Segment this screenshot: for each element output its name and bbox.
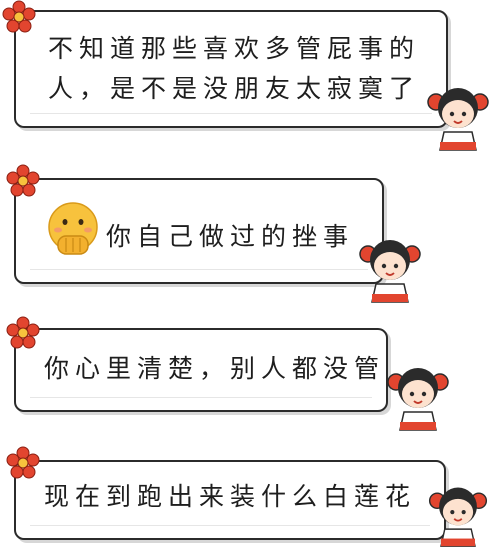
card-underline (30, 113, 432, 114)
red-flower-icon (2, 0, 36, 33)
message-card-1 (14, 10, 448, 128)
card-underline (30, 269, 368, 270)
message-4-line-1: 现在到跑出来装什么白莲花 (44, 482, 417, 511)
cartoon-girl-sticker (428, 487, 488, 547)
red-flower-icon (6, 164, 40, 197)
message-1-line-1: 不知道那些喜欢多管屁事的 (48, 34, 421, 63)
message-3-line-1: 你心里清楚，别人都没管 (44, 354, 386, 383)
hand-over-mouth-emoji (48, 202, 98, 255)
message-2-line-1: 你自己做过的挫事 (106, 222, 355, 251)
cartoon-girl-sticker (387, 368, 449, 431)
cartoon-girl-sticker (359, 240, 421, 303)
message-1-line-2: 人，是不是没朋友太寂寞了 (48, 74, 421, 103)
card-underline (30, 525, 430, 526)
card-underline (30, 397, 372, 398)
red-flower-icon (6, 316, 40, 349)
red-flower-icon (6, 446, 40, 479)
cartoon-girl-sticker (427, 88, 489, 151)
